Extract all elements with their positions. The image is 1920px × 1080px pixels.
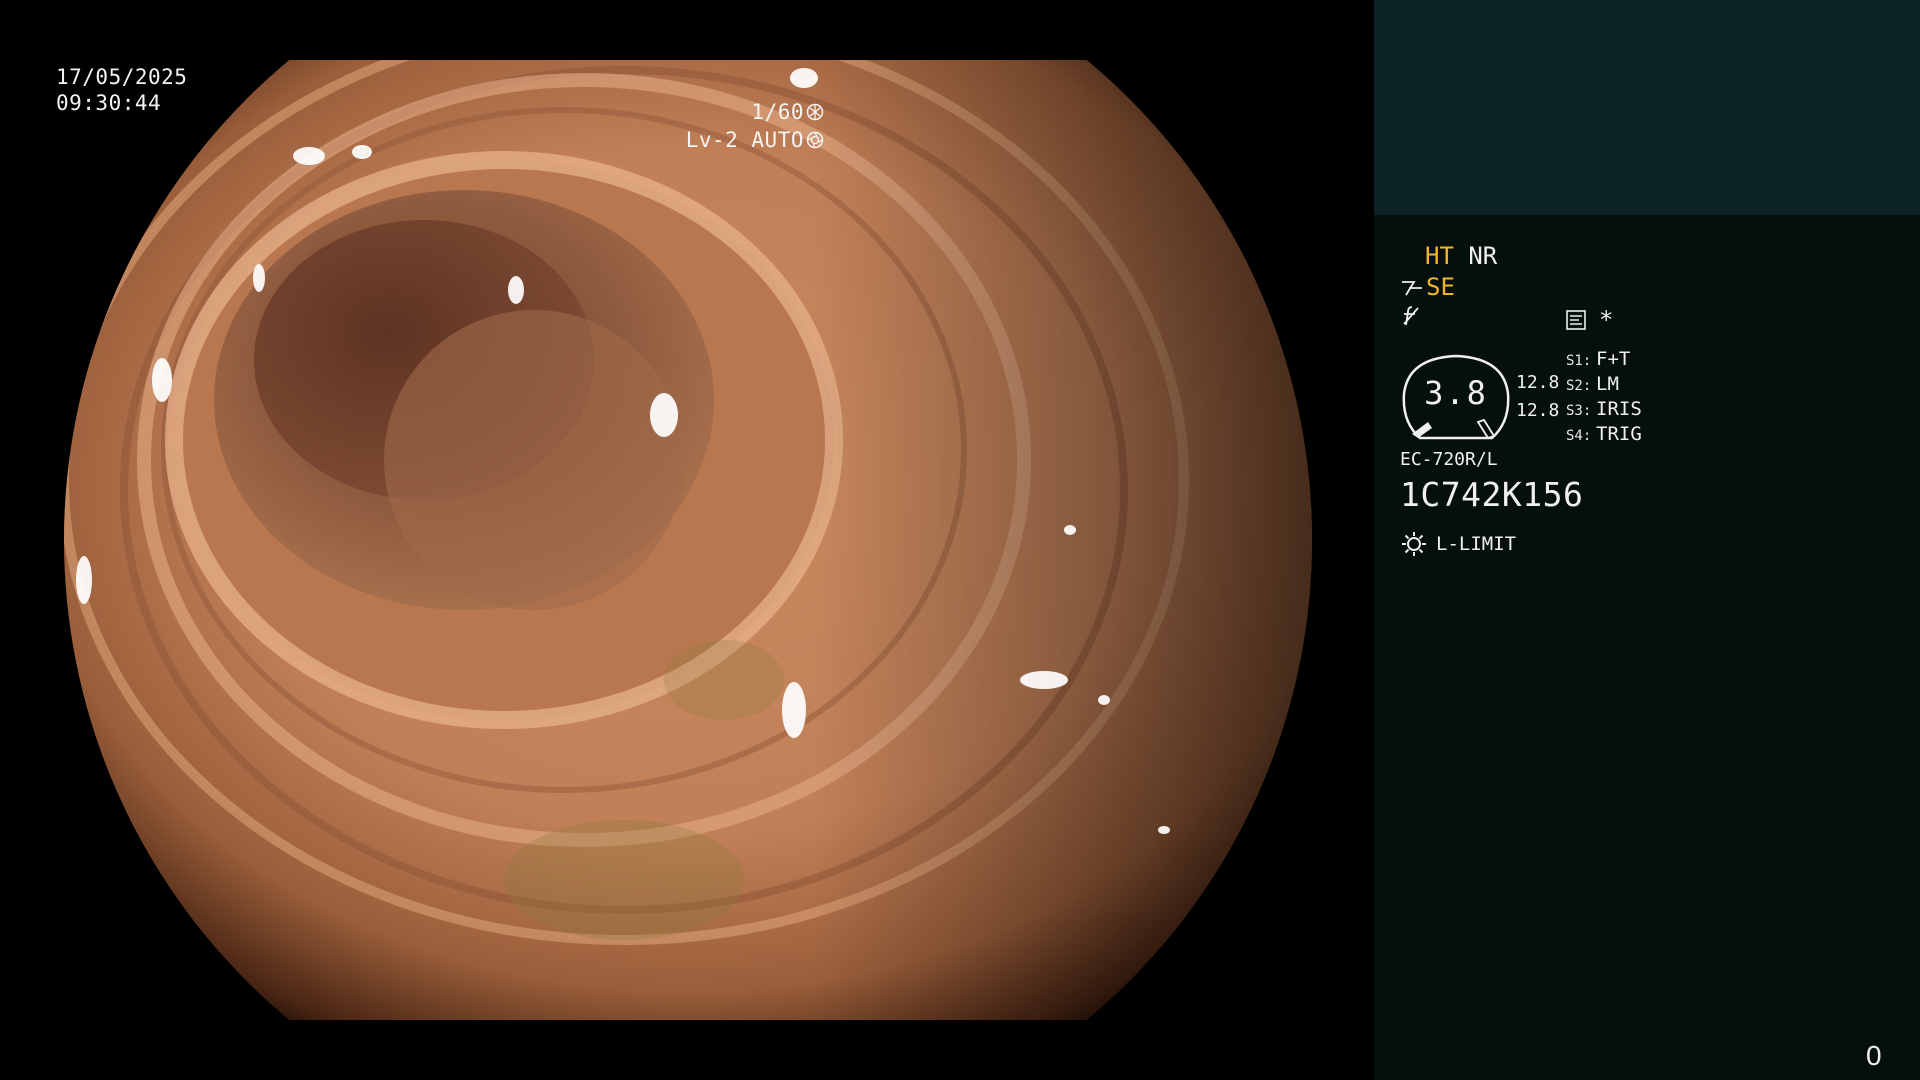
switch-row: S4: TRIG bbox=[1566, 423, 1642, 448]
switch-assignment-list: S1: F+T S2: LM S3: IRIS S4: TRIG bbox=[1566, 348, 1642, 448]
switch-value: LM bbox=[1596, 373, 1619, 395]
switch-key: S3: bbox=[1566, 403, 1592, 419]
switch-row: S1: F+T bbox=[1566, 348, 1642, 373]
date-text: 17/05/2025 bbox=[56, 65, 188, 89]
exposure-readout: 1/60 Lv-2 AUTO bbox=[686, 98, 824, 154]
endoscopic-image bbox=[64, 60, 1312, 1020]
switch-key: S4: bbox=[1566, 428, 1592, 444]
info-panel-header bbox=[1374, 0, 1920, 215]
readout-value-1: 12.8 bbox=[1516, 372, 1560, 393]
lamp-icon bbox=[1402, 532, 1426, 556]
iris-mode-text: Lv-2 AUTO bbox=[685, 128, 804, 152]
shutter-speed-text: 1/60 bbox=[751, 100, 804, 124]
se-indicator: SE bbox=[1426, 273, 1455, 301]
info-panel bbox=[1374, 215, 1920, 1080]
asterisk-mark: * bbox=[1599, 306, 1614, 334]
scope-serial-number: 1C742K156 bbox=[1400, 475, 1584, 514]
memo-status: * bbox=[1565, 306, 1613, 334]
switch-key: S2: bbox=[1566, 378, 1592, 394]
aperture-icon bbox=[806, 103, 824, 121]
date-time-readout: 17/05/2025 09:30:44 bbox=[56, 64, 187, 116]
readout-value-2: 12.8 bbox=[1516, 400, 1560, 421]
switch-row: S2: LM bbox=[1566, 373, 1642, 398]
zoom-value: 3.8 bbox=[1424, 374, 1488, 412]
enhance-icon bbox=[1402, 281, 1422, 296]
colon-lumen-image bbox=[64, 60, 1312, 1020]
frame-counter: 0 bbox=[1866, 1040, 1882, 1071]
scope-model: EC-720R/L bbox=[1400, 449, 1498, 470]
image-mode-row: HT NR bbox=[1425, 242, 1497, 270]
ht-indicator: HT bbox=[1425, 242, 1454, 270]
light-mode-text: L-LIMIT bbox=[1436, 533, 1517, 555]
switch-row: S3: IRIS bbox=[1566, 398, 1642, 423]
switch-key: S1: bbox=[1566, 353, 1592, 369]
memo-icon bbox=[1566, 310, 1586, 330]
iris-icon bbox=[806, 131, 824, 149]
struck-f-icon bbox=[1403, 306, 1419, 326]
endoscope-view: 17/05/2025 09:30:44 1/60 Lv-2 AUTO bbox=[0, 0, 1374, 1080]
struck-f-row bbox=[1400, 304, 1422, 334]
light-mode-row: L-LIMIT bbox=[1400, 530, 1516, 558]
nr-indicator: NR bbox=[1468, 242, 1498, 270]
enhance-row: SE bbox=[1400, 273, 1455, 301]
switch-value: TRIG bbox=[1596, 423, 1642, 445]
time-text: 09:30:44 bbox=[56, 91, 162, 115]
switch-value: F+T bbox=[1596, 348, 1631, 370]
switch-value: IRIS bbox=[1596, 398, 1642, 420]
